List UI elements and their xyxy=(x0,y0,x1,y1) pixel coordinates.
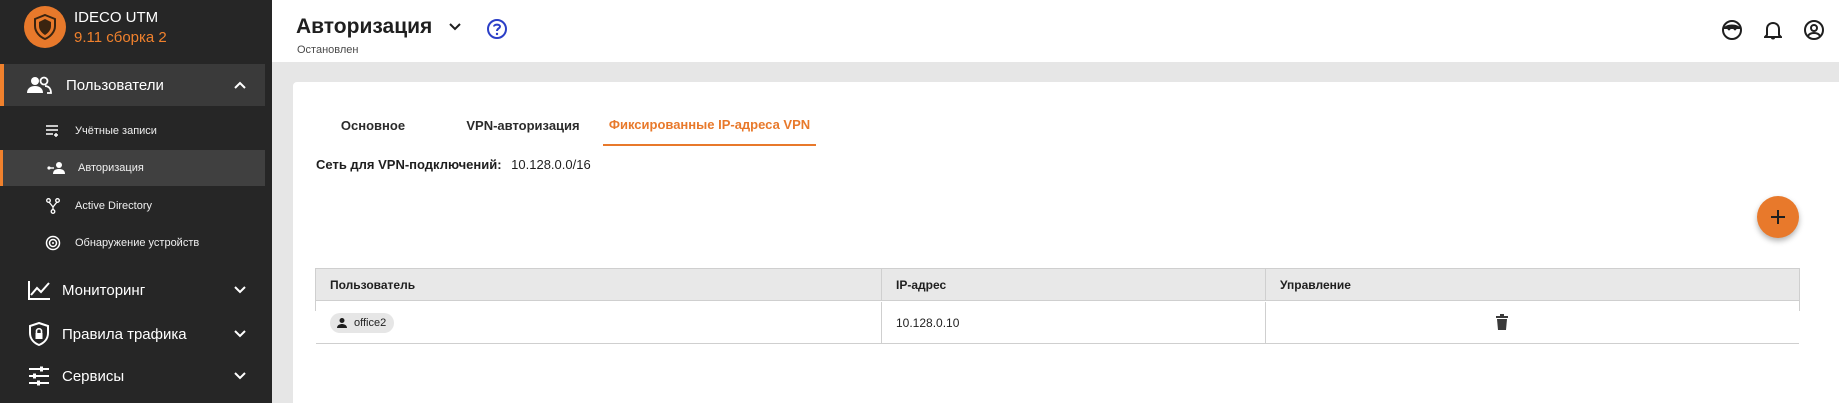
radar-icon xyxy=(44,234,62,252)
table-row[interactable]: office2 10.128.0.10 xyxy=(316,302,1799,344)
user-auth-icon xyxy=(47,159,65,177)
column-header-ip[interactable]: IP-адрес xyxy=(882,269,1266,301)
vpn-network-value: 10.128.0.0/16 xyxy=(511,157,591,172)
person-icon xyxy=(337,318,347,328)
tab-vpn-authorization[interactable]: VPN-авторизация xyxy=(443,104,603,146)
fixed-ip-table: Пользователь IP-адрес Управление office2… xyxy=(315,268,1800,344)
sidebar-item-device-discovery[interactable]: Обнаружение устройств xyxy=(0,225,265,261)
sliders-icon xyxy=(26,363,52,389)
top-header: Авторизация Остановлен xyxy=(272,0,1839,62)
status-text: Остановлен xyxy=(297,44,359,56)
sidebar-group-services[interactable]: Сервисы xyxy=(0,355,265,397)
delete-icon[interactable] xyxy=(1492,312,1512,332)
user-cell: office2 xyxy=(316,302,882,344)
sidebar-group-label: Сервисы xyxy=(62,367,125,385)
sidebar-group-label: Мониторинг xyxy=(62,281,146,299)
chevron-up-icon xyxy=(233,78,247,92)
shield-lock-icon xyxy=(26,321,52,347)
sidebar-item-authorization[interactable]: Авторизация xyxy=(0,150,265,186)
sidebar-item-label: Учётные записи xyxy=(75,125,157,137)
chevron-down-icon xyxy=(233,369,247,383)
user-chip[interactable]: office2 xyxy=(330,313,395,333)
help-icon[interactable] xyxy=(486,18,508,40)
tab-fixed-vpn-ip[interactable]: Фиксированные IP-адреса VPN xyxy=(603,104,816,146)
vpn-network-row: Сеть для VPN-подключений: 10.128.0.0/16 xyxy=(316,157,591,172)
support-icon[interactable] xyxy=(1721,19,1743,41)
sidebar-item-label: Авторизация xyxy=(78,162,144,174)
brand-version: 9.11 сборка 2 xyxy=(74,29,167,46)
chevron-down-icon xyxy=(233,327,247,341)
sidebar-group-users[interactable]: Пользователи xyxy=(0,64,265,106)
plus-icon xyxy=(1771,210,1785,224)
chevron-down-icon[interactable] xyxy=(448,20,462,34)
chevron-down-icon xyxy=(233,283,247,297)
sidebar: IDECO UTM 9.11 сборка 2 Пользователи Учё… xyxy=(0,0,272,403)
sidebar-item-accounts[interactable]: Учётные записи xyxy=(0,113,265,149)
brand[interactable]: IDECO UTM 9.11 сборка 2 xyxy=(0,0,272,58)
user-chip-label: office2 xyxy=(354,317,387,329)
sidebar-group-traffic-rules[interactable]: Правила трафика xyxy=(0,313,265,355)
tab-general[interactable]: Основное xyxy=(313,104,433,146)
column-header-actions: Управление xyxy=(1280,278,1351,292)
list-icon xyxy=(44,122,62,140)
page-title: Авторизация xyxy=(296,15,433,38)
sidebar-item-label: Active Directory xyxy=(75,200,153,212)
ip-cell: 10.128.0.10 xyxy=(882,302,1266,344)
vpn-network-label: Сеть для VPN-подключений: xyxy=(316,157,502,172)
bell-icon[interactable] xyxy=(1762,19,1784,41)
chart-line-icon xyxy=(26,277,52,303)
sidebar-group-monitoring[interactable]: Мониторинг xyxy=(0,269,265,311)
add-button[interactable] xyxy=(1757,196,1799,238)
table-header: Пользователь IP-адрес Управление xyxy=(316,269,1799,301)
account-icon[interactable] xyxy=(1803,19,1825,41)
ideco-shield-logo-icon xyxy=(24,6,66,48)
sidebar-item-active-directory[interactable]: Active Directory xyxy=(0,188,265,224)
sidebar-item-label: Обнаружение устройств xyxy=(75,237,200,249)
content-card: Основное VPN-авторизация Фиксированные I… xyxy=(293,82,1839,403)
sidebar-group-label: Пользователи xyxy=(66,76,164,94)
actions-cell xyxy=(1266,302,1799,344)
users-icon xyxy=(26,72,52,98)
brand-name: IDECO UTM xyxy=(74,9,159,26)
column-header-user[interactable]: Пользователь xyxy=(316,269,882,301)
tree-icon xyxy=(44,197,62,215)
sidebar-group-label: Правила трафика xyxy=(62,325,187,343)
